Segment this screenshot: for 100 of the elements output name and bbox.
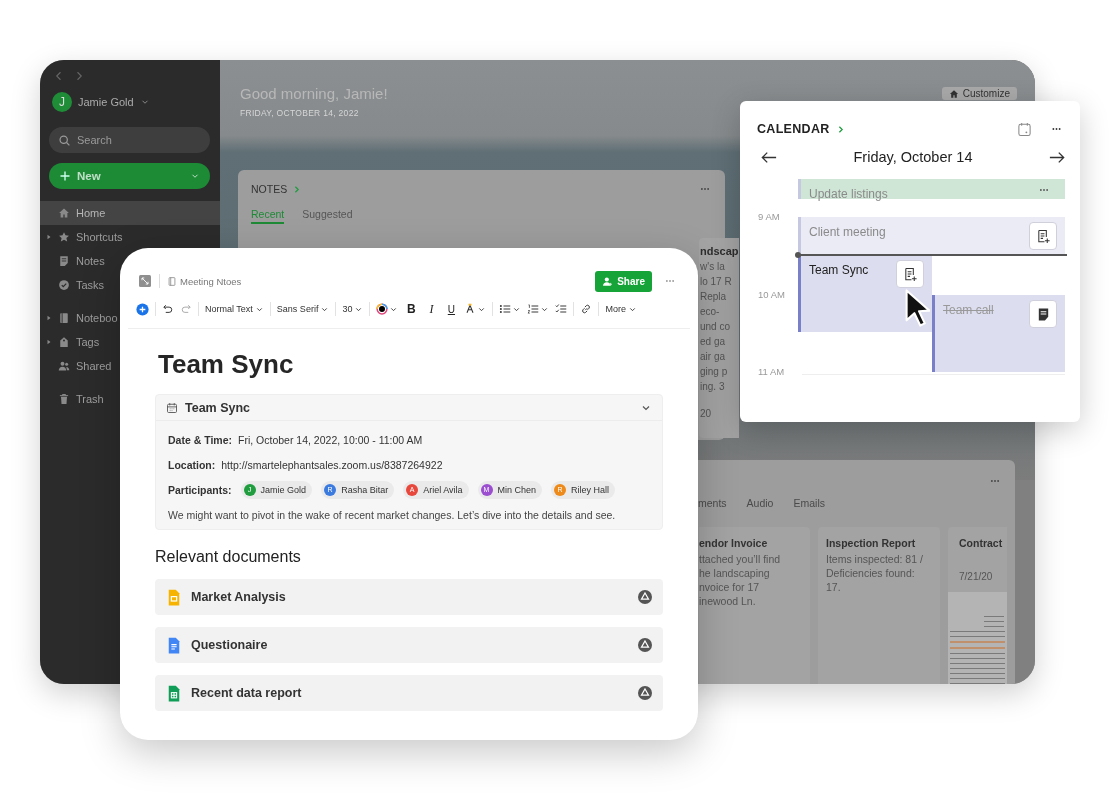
- search-field[interactable]: Search: [49, 127, 210, 153]
- event-description: We might want to pivot in the wake of recent market changes. Let’s dive into the details and see.: [168, 509, 617, 521]
- document-link[interactable]: Recent data report: [155, 675, 663, 711]
- previous-arrow-icon[interactable]: [761, 150, 777, 164]
- tab[interactable]: Audio: [746, 497, 774, 511]
- sidebar-item[interactable]: Shared: [40, 354, 116, 378]
- highlighter-icon: [464, 303, 477, 315]
- note-button[interactable]: [1029, 300, 1057, 328]
- home-icon: [58, 207, 70, 219]
- slides-file-icon: [167, 588, 181, 606]
- card-title: endor Invoice: [699, 537, 769, 549]
- file-card[interactable]: Inspection Report Items inspected: 81 / Deficiencies found: 17.: [818, 527, 940, 684]
- note-add-icon: [1035, 228, 1051, 244]
- sidebar-item[interactable]: Tasks: [40, 273, 109, 297]
- note-date: 20: [700, 408, 713, 419]
- checkmark-circle-icon: [58, 279, 70, 291]
- calendar-icon: [166, 401, 178, 414]
- sidebar-item[interactable]: Notes: [40, 249, 109, 273]
- text-color-picker[interactable]: [376, 303, 399, 315]
- highlight-picker[interactable]: [464, 303, 487, 315]
- document-file-icon: [167, 636, 181, 654]
- event-title: Client meeting: [809, 225, 887, 239]
- expand-icon[interactable]: [139, 275, 151, 287]
- plus-icon: [59, 170, 71, 182]
- share-button[interactable]: Share: [595, 270, 652, 292]
- next-arrow-icon[interactable]: [1049, 150, 1065, 164]
- time-label: 10 AM: [758, 289, 786, 300]
- expand-triangle-icon[interactable]: [46, 234, 52, 240]
- spreadsheet-file-icon: [167, 684, 181, 702]
- field-label: Location:: [168, 458, 216, 471]
- person-add-icon: [602, 275, 614, 287]
- customize-button[interactable]: Customize: [941, 87, 1017, 100]
- new-button[interactable]: New: [49, 163, 210, 189]
- field-value: Fri, October 14, 2022, 10:00 - 11:00 AM: [238, 433, 423, 446]
- drive-icon: [638, 638, 652, 652]
- event-title: Team call: [943, 303, 995, 317]
- tab[interactable]: ments: [698, 497, 727, 511]
- note-card[interactable]: ndscap w's la lo 17 R Repla eco- und co ed ga air ga ging p ing. 3 20: [699, 238, 739, 438]
- home-icon: [948, 88, 959, 99]
- file-card[interactable]: endor Invoice ttached you’ll find he landscaping nvoice for 17 inewood Ln.: [699, 527, 810, 684]
- add-note-button[interactable]: [896, 260, 924, 288]
- document-link[interactable]: Market Analysis: [155, 579, 663, 615]
- bold-button[interactable]: B: [404, 302, 419, 316]
- expand-triangle-icon[interactable]: [46, 315, 52, 321]
- calendar-icon[interactable]: [1017, 121, 1032, 137]
- sidebar-item[interactable]: Tags: [40, 330, 104, 354]
- tab[interactable]: Emails: [793, 497, 825, 511]
- bullet-list-picker[interactable]: [499, 303, 522, 315]
- sidebar-item[interactable]: Noteboo: [40, 306, 122, 330]
- color-dot-icon: [376, 303, 389, 315]
- sidebar-item[interactable]: Home: [40, 201, 220, 225]
- italic-button[interactable]: I: [424, 301, 439, 317]
- notebook-link[interactable]: Meeting Ntoes: [168, 275, 242, 287]
- sidebar-item[interactable]: Trash: [40, 387, 108, 411]
- card-date: 7/21/20: [959, 571, 994, 582]
- time-label: 11 AM: [758, 366, 786, 377]
- numbered-list-picker[interactable]: [527, 303, 550, 315]
- date-label: FRIDAY, OCTOBER 14, 2022: [240, 108, 360, 118]
- widget-title[interactable]: NOTES: [251, 183, 288, 195]
- dropdown[interactable]: Normal Text: [205, 304, 264, 314]
- underline-button[interactable]: U: [444, 303, 459, 315]
- time-label: 9 AM: [758, 211, 781, 222]
- user-avatar: J: [52, 92, 72, 112]
- card-snippet: ttached you’ll find he landscaping nvoice for 17 inewood Ln.: [699, 552, 782, 608]
- document-link[interactable]: Questionaire: [155, 627, 663, 663]
- insert-plus-icon[interactable]: [136, 302, 149, 316]
- mouse-pointer-icon: [904, 288, 930, 328]
- note-icon: [58, 255, 70, 267]
- dropdown[interactable]: Sans Serif: [276, 304, 330, 314]
- notebook-icon: [168, 276, 176, 286]
- checklist-icon[interactable]: [555, 303, 568, 315]
- account-menu[interactable]: J Jamie Gold: [52, 92, 150, 112]
- star-icon: [58, 231, 70, 243]
- card-snippet: Items inspected: 81 / Deficiencies found: 17.: [826, 552, 924, 594]
- dropdown[interactable]: 30: [342, 304, 364, 314]
- numbered-list-icon: [527, 303, 540, 315]
- calendar-event[interactable]: Team Sync: [798, 255, 932, 332]
- drive-icon: [638, 686, 652, 700]
- undo-icon[interactable]: [162, 303, 174, 315]
- tab[interactable]: Suggested: [302, 208, 353, 224]
- calendar-event[interactable]: Update listings: [798, 179, 1065, 199]
- search-input[interactable]: Search: [77, 134, 197, 146]
- people-icon: [58, 360, 70, 372]
- note-title: ndscap: [700, 245, 739, 257]
- card-title: Inspection Report: [826, 537, 917, 549]
- event-title: Team Sync: [809, 263, 870, 277]
- link-icon[interactable]: [580, 303, 593, 315]
- sidebar-item[interactable]: Shortcuts: [40, 225, 127, 249]
- note-add-icon: [902, 266, 918, 282]
- field-label: Participants:: [168, 483, 232, 496]
- expand-triangle-icon[interactable]: [46, 339, 52, 345]
- file-card[interactable]: Contract 7/21/20: [948, 527, 1007, 684]
- add-note-button[interactable]: [1029, 222, 1057, 250]
- widget-title[interactable]: CALENDAR: [757, 122, 830, 136]
- calendar-event[interactable]: Client meeting: [798, 217, 1065, 255]
- drive-icon: [638, 590, 652, 604]
- date-heading: Friday, October 14: [853, 149, 973, 165]
- dropdown[interactable]: More: [605, 304, 637, 314]
- search-icon: [58, 133, 71, 147]
- trash-icon: [58, 393, 70, 405]
